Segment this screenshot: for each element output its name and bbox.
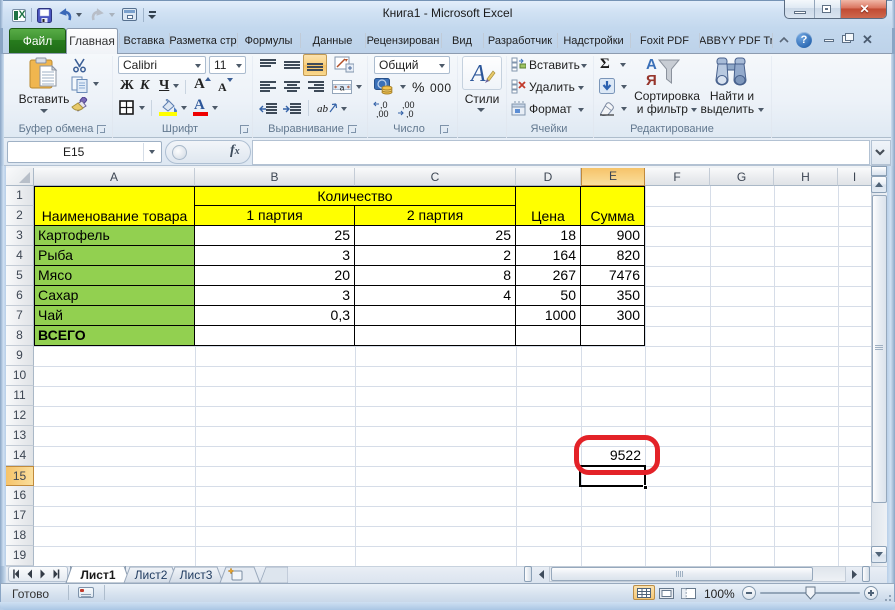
svg-text:a: a <box>340 83 345 93</box>
svg-text:,00: ,00 <box>376 109 389 118</box>
svg-text:,0: ,0 <box>406 109 414 118</box>
svg-text:Я: Я <box>646 72 657 88</box>
svg-text:A: A <box>470 61 486 87</box>
svg-text:ab: ab <box>317 103 329 115</box>
svg-text:А: А <box>646 56 657 73</box>
